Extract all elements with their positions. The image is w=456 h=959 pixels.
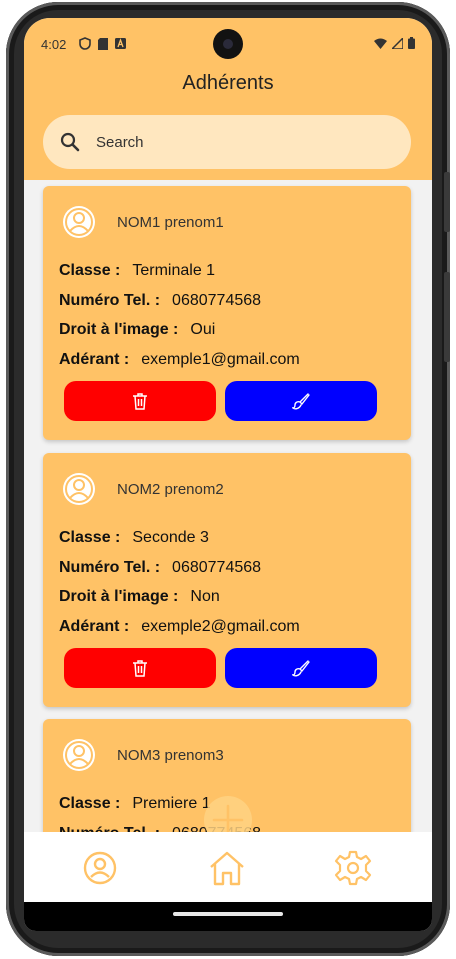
navigation-gesture-area	[24, 902, 432, 931]
user-circle-icon	[63, 473, 95, 505]
label-adherant: Adérant :	[59, 618, 130, 635]
user-circle-icon	[63, 739, 95, 771]
field-droit: Droit à l'image : Oui	[59, 321, 215, 339]
field-droit: Droit à l'image : Non	[59, 588, 220, 606]
label-tel: Numéro Tel. :	[59, 825, 160, 832]
member-card: NOM1 prenom1 Classe : Terminale 1 Numéro …	[43, 186, 411, 440]
field-classe: Classe : Premiere 1	[59, 795, 211, 813]
label-classe: Classe :	[59, 529, 121, 546]
nav-settings[interactable]	[333, 848, 373, 888]
status-system-icons	[374, 37, 415, 49]
field-tel: Numéro Tel. : 0680774568	[59, 292, 261, 310]
member-name: NOM2 prenom2	[117, 480, 224, 498]
sd-card-icon	[98, 37, 108, 50]
value-droit: Oui	[190, 321, 216, 338]
volume-button	[444, 172, 450, 232]
wifi-icon	[374, 38, 387, 49]
front-camera	[213, 29, 243, 59]
value-droit: Non	[190, 588, 220, 605]
label-tel: Numéro Tel. :	[59, 559, 161, 576]
status-notification-icons	[79, 37, 126, 50]
value-classe: Seconde 3	[132, 529, 209, 546]
nav-profile[interactable]	[80, 848, 120, 888]
value-tel: 0680774568	[172, 559, 262, 576]
member-name: NOM1 prenom1	[117, 213, 224, 231]
gear-icon	[334, 850, 372, 886]
signal-icon	[392, 37, 403, 49]
member-header: NOM3 prenom3	[61, 737, 224, 773]
app-header: Adhérents	[24, 70, 432, 180]
member-list[interactable]: NOM1 prenom1 Classe : Terminale 1 Numéro …	[24, 180, 432, 832]
font-icon	[115, 38, 126, 49]
search-bar[interactable]	[43, 115, 411, 169]
battery-icon	[408, 37, 415, 49]
value-classe: Terminale 1	[132, 262, 216, 279]
gesture-handle[interactable]	[173, 912, 283, 916]
search-input[interactable]	[96, 133, 356, 151]
value-email: exemple1@gmail.com	[141, 351, 300, 368]
label-adherant: Adérant :	[59, 351, 130, 368]
status-time: 4:02	[41, 37, 67, 52]
user-circle-icon	[63, 206, 95, 238]
label-droit: Droit à l'image :	[59, 321, 179, 338]
label-tel: Numéro Tel. :	[59, 292, 161, 309]
member-name: NOM3 prenom3	[117, 746, 224, 764]
trash-icon	[133, 393, 147, 410]
value-tel: 0680774568	[172, 292, 262, 309]
member-card: NOM2 prenom2 Classe : Seconde 3 Numéro Te…	[43, 453, 411, 707]
home-icon	[210, 851, 244, 886]
value-email: exemple2@gmail.com	[141, 618, 300, 635]
trash-icon	[133, 660, 147, 677]
field-classe: Classe : Seconde 3	[59, 529, 209, 547]
value-classe: Premiere 1	[132, 795, 211, 812]
bottom-navigation	[24, 832, 432, 902]
page-title: Adhérents	[182, 72, 274, 94]
delete-button[interactable]	[64, 648, 216, 688]
brush-icon	[292, 393, 310, 410]
label-classe: Classe :	[59, 795, 121, 812]
user-circle-icon	[83, 851, 117, 885]
field-adherant: Adérant : exemple2@gmail.com	[59, 618, 300, 636]
field-classe: Classe : Terminale 1	[59, 262, 215, 280]
search-icon[interactable]	[60, 132, 80, 152]
member-header: NOM2 prenom2	[61, 471, 224, 507]
status-bar: 4:02	[24, 18, 432, 70]
screen: 4:02 Adhérents Search NOM1 prenom1 Class…	[24, 18, 432, 931]
nav-home[interactable]	[207, 848, 247, 888]
field-tel: Numéro Tel. : 0680774568	[59, 559, 261, 577]
edit-button[interactable]	[225, 648, 377, 688]
power-button	[444, 272, 450, 362]
field-adherant: Adérant : exemple1@gmail.com	[59, 351, 300, 369]
edit-button[interactable]	[225, 381, 377, 421]
member-header: NOM1 prenom1	[61, 204, 224, 240]
brush-icon	[292, 660, 310, 677]
delete-button[interactable]	[64, 381, 216, 421]
shield-icon	[79, 37, 91, 50]
label-droit: Droit à l'image :	[59, 588, 179, 605]
label-classe: Classe :	[59, 262, 121, 279]
